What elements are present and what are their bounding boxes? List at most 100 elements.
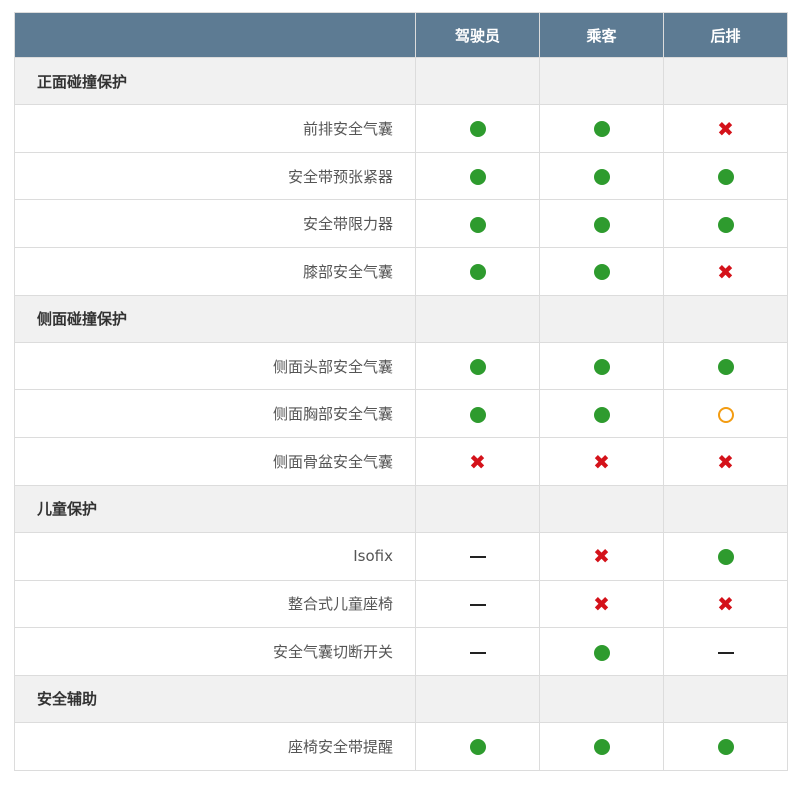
section-empty-cell bbox=[539, 484, 664, 533]
mark-cell-passenger bbox=[539, 104, 664, 153]
section-empty-cell bbox=[663, 294, 788, 343]
section-empty-cell bbox=[663, 484, 788, 533]
green-dot-icon bbox=[593, 644, 610, 661]
green-dot-icon bbox=[469, 169, 486, 186]
green-dot-icon bbox=[593, 169, 610, 186]
section-empty-cell bbox=[663, 674, 788, 723]
section-empty-cell bbox=[539, 294, 664, 343]
mark-cell-driver bbox=[415, 721, 540, 771]
mark-cell-rear bbox=[663, 151, 788, 201]
mark-cell-passenger bbox=[539, 389, 664, 439]
section-empty-cell bbox=[539, 674, 664, 723]
section-empty-cell bbox=[663, 57, 788, 105]
red-cross-icon: ✖ bbox=[717, 116, 734, 141]
mark-cell-passenger bbox=[539, 627, 664, 676]
section-row: 侧面碰撞保护 bbox=[14, 294, 788, 343]
section-title: 正面碰撞保护 bbox=[14, 57, 416, 105]
feature-label: Isofix bbox=[14, 531, 416, 581]
feature-row: Isofix ✖ bbox=[14, 531, 788, 581]
green-dot-icon bbox=[593, 216, 610, 233]
green-dot-icon bbox=[593, 264, 610, 281]
red-cross-icon: ✖ bbox=[593, 592, 610, 617]
section-title: 儿童保护 bbox=[14, 484, 416, 533]
dash-icon bbox=[717, 651, 734, 654]
red-cross-icon: ✖ bbox=[717, 592, 734, 617]
green-dot-icon bbox=[469, 121, 486, 138]
mark-cell-driver bbox=[415, 151, 540, 201]
mark-cell-driver bbox=[415, 579, 540, 629]
feature-label: 整合式儿童座椅 bbox=[14, 579, 416, 629]
mark-cell-passenger: ✖ bbox=[539, 531, 664, 581]
dash-icon bbox=[469, 603, 486, 606]
dash-icon bbox=[469, 556, 486, 559]
feature-label: 侧面头部安全气囊 bbox=[14, 341, 416, 391]
mark-cell-driver bbox=[415, 627, 540, 676]
green-dot-icon bbox=[593, 121, 610, 138]
green-dot-icon bbox=[717, 739, 734, 756]
feature-row: 膝部安全气囊 ✖ bbox=[14, 247, 788, 296]
feature-row: 座椅安全带提醒 bbox=[14, 721, 788, 771]
mark-cell-passenger bbox=[539, 247, 664, 296]
green-dot-icon bbox=[469, 216, 486, 233]
dash-icon bbox=[469, 651, 486, 654]
orange-ring-icon bbox=[717, 406, 734, 423]
feature-label: 膝部安全气囊 bbox=[14, 247, 416, 296]
feature-label: 安全气囊切断开关 bbox=[14, 627, 416, 676]
feature-row: 安全气囊切断开关 bbox=[14, 627, 788, 676]
mark-cell-rear bbox=[663, 721, 788, 771]
feature-row: 安全带预张紧器 bbox=[14, 151, 788, 201]
mark-cell-passenger bbox=[539, 721, 664, 771]
mark-cell-driver bbox=[415, 199, 540, 249]
section-title: 安全辅助 bbox=[14, 674, 416, 723]
section-empty-cell bbox=[415, 674, 540, 723]
feature-label: 侧面胸部安全气囊 bbox=[14, 389, 416, 439]
feature-label: 安全带限力器 bbox=[14, 199, 416, 249]
green-dot-icon bbox=[469, 359, 486, 376]
mark-cell-driver bbox=[415, 531, 540, 581]
green-dot-icon bbox=[717, 216, 734, 233]
mark-cell-rear: ✖ bbox=[663, 579, 788, 629]
header-passenger: 乘客 bbox=[539, 12, 664, 58]
section-empty-cell bbox=[415, 294, 540, 343]
mark-cell-driver bbox=[415, 104, 540, 153]
mark-cell-passenger: ✖ bbox=[539, 579, 664, 629]
feature-label: 前排安全气囊 bbox=[14, 104, 416, 153]
feature-row: 侧面骨盆安全气囊 ✖ ✖ ✖ bbox=[14, 437, 788, 486]
green-dot-icon bbox=[717, 169, 734, 186]
mark-cell-driver bbox=[415, 341, 540, 391]
feature-row: 侧面头部安全气囊 bbox=[14, 341, 788, 391]
feature-row: 前排安全气囊 ✖ bbox=[14, 104, 788, 153]
green-dot-icon bbox=[593, 739, 610, 756]
red-cross-icon: ✖ bbox=[593, 449, 610, 474]
table-body: 正面碰撞保护 前排安全气囊 ✖ 安全带预张紧器 安全带限力器 膝部安全气囊 ✖ 侧面碰撞保护侧… bbox=[14, 57, 788, 771]
red-cross-icon: ✖ bbox=[593, 544, 610, 569]
header-rear: 后排 bbox=[663, 12, 788, 58]
mark-cell-driver bbox=[415, 389, 540, 439]
section-empty-cell bbox=[539, 57, 664, 105]
green-dot-icon bbox=[469, 264, 486, 281]
mark-cell-passenger bbox=[539, 341, 664, 391]
header-blank-cell bbox=[14, 12, 416, 58]
green-dot-icon bbox=[593, 359, 610, 376]
mark-cell-rear: ✖ bbox=[663, 247, 788, 296]
red-cross-icon: ✖ bbox=[469, 449, 486, 474]
mark-cell-rear bbox=[663, 389, 788, 439]
mark-cell-driver bbox=[415, 247, 540, 296]
section-row: 安全辅助 bbox=[14, 674, 788, 723]
table-header: 驾驶员 乘客 后排 bbox=[14, 12, 788, 58]
green-dot-icon bbox=[717, 359, 734, 376]
green-dot-icon bbox=[717, 549, 734, 566]
mark-cell-passenger bbox=[539, 151, 664, 201]
mark-cell-rear bbox=[663, 627, 788, 676]
red-cross-icon: ✖ bbox=[717, 259, 734, 284]
red-cross-icon: ✖ bbox=[717, 449, 734, 474]
feature-label: 安全带预张紧器 bbox=[14, 151, 416, 201]
feature-label: 座椅安全带提醒 bbox=[14, 721, 416, 771]
section-empty-cell bbox=[415, 484, 540, 533]
green-dot-icon bbox=[469, 406, 486, 423]
section-row: 儿童保护 bbox=[14, 484, 788, 533]
mark-cell-rear bbox=[663, 531, 788, 581]
green-dot-icon bbox=[469, 739, 486, 756]
section-row: 正面碰撞保护 bbox=[14, 57, 788, 105]
header-driver: 驾驶员 bbox=[415, 12, 540, 58]
